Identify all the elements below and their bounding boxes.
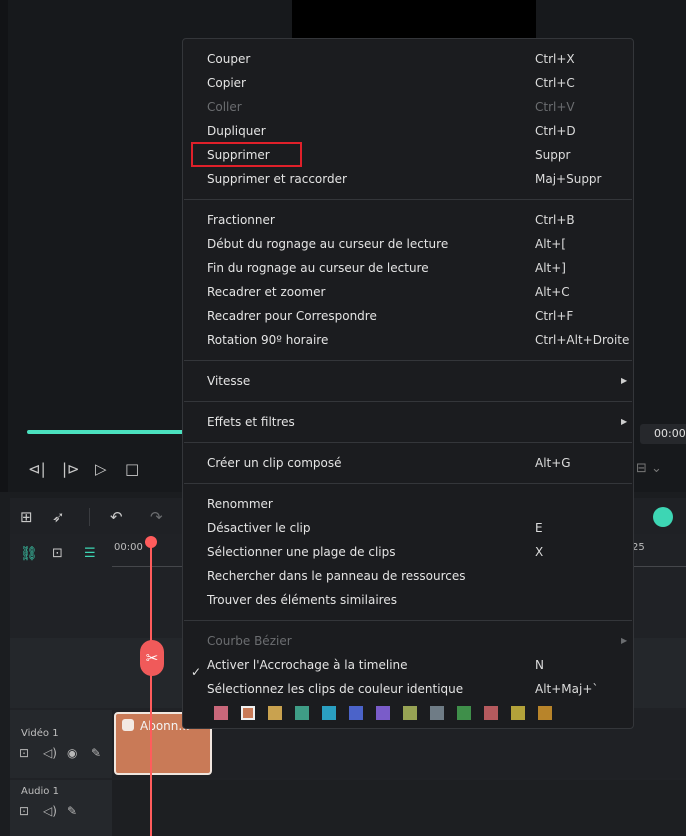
video-preview [292, 0, 536, 38]
panel-edge [0, 0, 8, 492]
color-swatch[interactable] [295, 706, 309, 720]
menu-item-couleur-identique[interactable]: Sélectionnez les clips de couleur identi… [207, 678, 627, 700]
redo-icon[interactable]: ↷ [150, 508, 163, 526]
select-tool-icon[interactable]: ➶ [52, 508, 65, 526]
menu-divider [184, 401, 632, 402]
play-icon[interactable]: ▷ [95, 460, 107, 478]
menu-item-couper[interactable]: Couper Ctrl+X [207, 48, 627, 70]
menu-item-renommer[interactable]: Renommer [207, 493, 627, 515]
submenu-arrow-icon: ▶ [621, 376, 628, 385]
color-swatch[interactable] [484, 706, 498, 720]
menu-item-rotation[interactable]: Rotation 90º horaire Ctrl+Alt+Droite [207, 329, 629, 351]
menu-item-dupliquer[interactable]: Dupliquer Ctrl+D [207, 120, 627, 142]
menu-item-courbe-bezier: Courbe Bézier ▶ [207, 630, 627, 652]
menu-item-recadrer-zoomer[interactable]: Recadrer et zoomer Alt+C [207, 281, 627, 303]
menu-divider [184, 483, 632, 484]
color-swatch[interactable] [214, 706, 228, 720]
audio-track-header: Audio 1 ⊡ ◁) ✎ [10, 780, 112, 836]
submenu-arrow-icon: ▶ [621, 417, 628, 426]
clip-type-icon [122, 719, 134, 731]
volume-icon[interactable]: ◁) [43, 804, 57, 818]
color-swatch[interactable] [349, 706, 363, 720]
color-swatch[interactable] [403, 706, 417, 720]
menu-item-fin-rognage[interactable]: Fin du rognage au curseur de lecture Alt+… [207, 257, 627, 279]
menu-item-supprimer-raccorder[interactable]: Supprimer et raccorder Maj+Suppr [207, 168, 627, 190]
ai-assistant-icon[interactable] [653, 507, 673, 527]
layout-grid-icon[interactable]: ⊞ [20, 508, 33, 526]
color-swatch[interactable] [457, 706, 471, 720]
menu-item-copier[interactable]: Copier Ctrl+C [207, 72, 627, 94]
menu-divider [184, 442, 632, 443]
menu-item-recadrer-correspondre[interactable]: Recadrer pour Correspondre Ctrl+F [207, 305, 627, 327]
eye-icon[interactable]: ◉ [67, 746, 77, 760]
menu-item-fractionner[interactable]: Fractionner Ctrl+B [207, 209, 627, 231]
ruler-start-label: 00:00 [114, 542, 143, 553]
lock-icon[interactable]: ⊡ [19, 746, 29, 760]
magic-icon[interactable]: ✎ [67, 804, 77, 818]
menu-item-vitesse[interactable]: Vitesse ▶ [207, 370, 627, 392]
playhead-handle[interactable] [145, 536, 157, 548]
playback-progress-bar[interactable] [27, 430, 187, 434]
color-swatch[interactable] [538, 706, 552, 720]
video-track-label: Vidéo 1 [21, 728, 59, 739]
video-track-header: Vidéo 1 ⊡ ◁) ◉ ✎ [10, 710, 112, 778]
lock-icon[interactable]: ⊡ [19, 804, 29, 818]
menu-item-coller: Coller Ctrl+V [207, 100, 575, 114]
link-icon[interactable]: ⛓ [20, 545, 38, 563]
stop-icon[interactable]: □ [125, 460, 139, 478]
menu-item-selectionner-plage[interactable]: Sélectionner une plage de clips X [207, 541, 627, 563]
color-swatch[interactable] [241, 706, 255, 720]
playhead-line[interactable] [150, 540, 152, 836]
submenu-arrow-icon: ▶ [621, 636, 628, 645]
scissors-icon[interactable]: ✂ [140, 640, 164, 676]
track-manager-icon[interactable]: ☰ [84, 545, 96, 563]
volume-icon[interactable]: ◁) [43, 746, 57, 760]
menu-item-desactiver-clip[interactable]: Désactiver le clip E [207, 517, 627, 539]
next-frame-icon[interactable]: |⊳ [62, 460, 80, 478]
timecode-display: 00:00: [640, 424, 686, 444]
magic-icon[interactable]: ✎ [91, 746, 101, 760]
menu-item-accrochage[interactable]: Activer l'Accrochage à la timeline N [207, 654, 627, 676]
color-swatch[interactable] [268, 706, 282, 720]
color-swatch[interactable] [511, 706, 525, 720]
color-swatch[interactable] [322, 706, 336, 720]
menu-divider [184, 360, 632, 361]
toolbar-divider [89, 508, 90, 526]
menu-item-debut-rognage[interactable]: Début du rognage au curseur de lecture Al… [207, 233, 627, 255]
audio-track-label: Audio 1 [21, 786, 59, 797]
previous-frame-icon[interactable]: ⊲| [28, 460, 46, 478]
menu-divider [184, 620, 632, 621]
menu-item-elements-similaires[interactable]: Trouver des éléments similaires [207, 589, 627, 611]
color-swatch[interactable] [430, 706, 444, 720]
color-swatch[interactable] [376, 706, 390, 720]
checkmark-icon: ✓ [191, 665, 202, 679]
display-settings-icon[interactable]: ⊟ ⌄ [636, 460, 662, 478]
highlight-box [191, 142, 302, 167]
menu-item-effets-filtres[interactable]: Effets et filtres ▶ [207, 411, 627, 433]
menu-item-rechercher-ressources[interactable]: Rechercher dans le panneau de ressources [207, 565, 627, 587]
undo-icon[interactable]: ↶ [110, 508, 123, 526]
menu-item-clip-compose[interactable]: Créer un clip composé Alt+G [207, 452, 627, 474]
add-track-icon[interactable]: ⊡ [52, 545, 63, 563]
menu-divider [184, 199, 632, 200]
